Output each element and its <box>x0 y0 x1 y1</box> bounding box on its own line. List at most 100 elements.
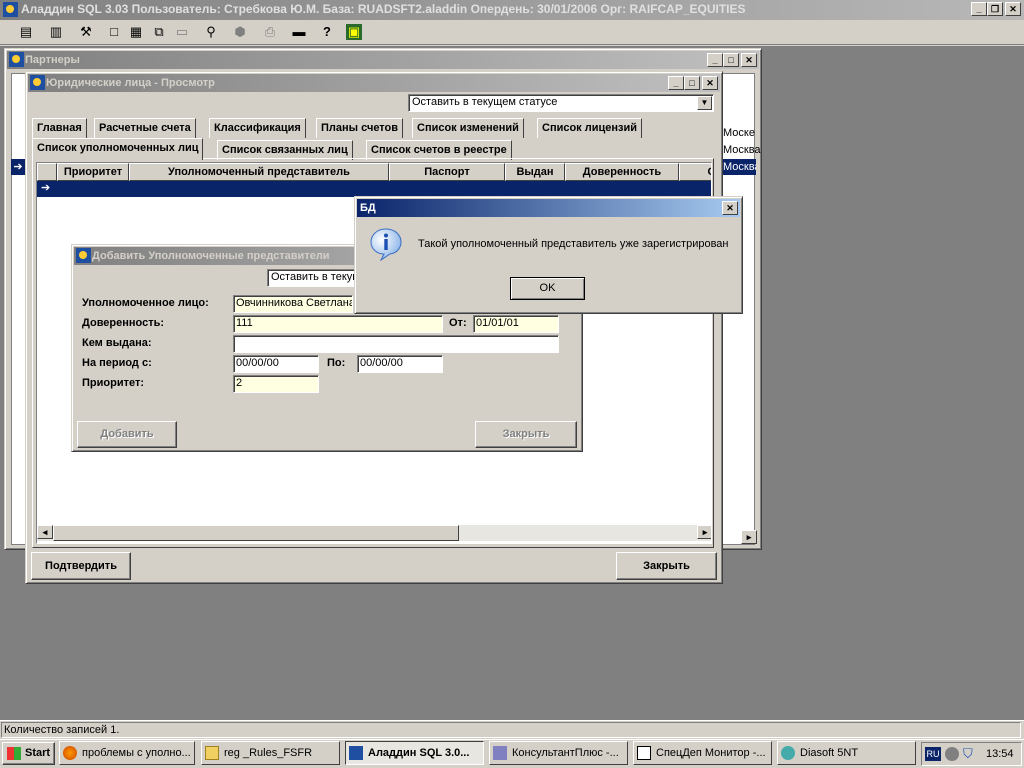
partners-minimize-button[interactable]: _ <box>707 53 723 67</box>
taskbar-item[interactable]: КонсультантПлюс -... <box>489 741 628 765</box>
tab-authorized-persons[interactable]: Список уполномоченных лиц <box>32 138 204 160</box>
message-box: БД ✕ Такой уполномоченный представитель … <box>354 196 743 314</box>
ok-button[interactable]: OK <box>510 277 585 300</box>
person-field[interactable]: Овчинникова Светлана <box>233 295 353 313</box>
period-from-field[interactable]: 00/00/00 <box>233 355 319 373</box>
taskbar-item[interactable]: reg _Rules_FSFR <box>201 741 340 765</box>
legal-minimize-button[interactable]: _ <box>668 76 684 90</box>
window-app-icon <box>76 248 91 263</box>
tab-classification[interactable]: Классификация <box>209 118 306 138</box>
city-cell-selected: Москва <box>721 159 756 175</box>
tools-icon[interactable]: ⚒ <box>76 22 96 42</box>
taskbar-item[interactable]: СпецДеп Монитор -... <box>633 741 772 765</box>
from-label: От: <box>449 317 467 329</box>
start-button[interactable]: Start <box>2 742 55 765</box>
status-bar: Количество записей 1. <box>0 720 1024 739</box>
speaker-icon[interactable] <box>945 747 959 761</box>
city-cell: Моске <box>723 127 755 139</box>
browser-icon <box>63 746 77 760</box>
grid-hscrollbar[interactable]: ◂ ▸ <box>37 525 711 541</box>
inbox-icon[interactable]: ▬ <box>289 22 309 42</box>
issued-by-label: Кем выдана: <box>82 337 152 349</box>
shield-icon[interactable]: ⛉ <box>963 746 973 762</box>
partners-close-button[interactable]: ✕ <box>741 53 757 67</box>
from-date-field[interactable]: 01/01/01 <box>473 315 559 333</box>
partners-row-arrow: ➔ <box>11 159 25 175</box>
tab-licenses[interactable]: Список лицензий <box>537 118 643 138</box>
grid-header-representative[interactable]: Уполномоченный представитель <box>129 163 389 181</box>
taskbar-item-label: Diasoft 5NT <box>800 747 859 759</box>
add-button[interactable]: Добавить <box>77 421 177 448</box>
table-row[interactable]: ➔ <box>37 181 711 197</box>
taskbar-item-label: Аладдин SQL 3.0... <box>368 747 470 759</box>
app-restore-button[interactable]: ❐ <box>987 2 1003 16</box>
record-count: Количество записей 1. <box>4 724 120 736</box>
printer-icon[interactable]: ⎙ <box>260 22 280 42</box>
confirm-button[interactable]: Подтвердить <box>31 552 131 580</box>
legal-close-button[interactable]: ✕ <box>702 76 718 90</box>
row-pointer-icon: ➔ <box>41 182 51 194</box>
cascade-icon[interactable]: ⧉ <box>149 22 169 42</box>
tab-changes[interactable]: Список изменений <box>412 118 524 138</box>
app-close-button[interactable]: ✕ <box>1005 2 1021 16</box>
app-icon <box>3 2 18 17</box>
tab-related-persons[interactable]: Список связанных лиц <box>217 140 353 160</box>
close-button[interactable]: Закрыть <box>616 552 717 580</box>
grid-header-issued[interactable]: Выдан <box>505 163 565 181</box>
period-to-field[interactable]: 00/00/00 <box>357 355 443 373</box>
window-icon[interactable]: □ <box>104 22 124 42</box>
partners-maximize-button[interactable]: □ <box>723 53 739 67</box>
database-icon[interactable]: ▥ <box>46 22 66 42</box>
arrange-icon[interactable]: ▭ <box>172 22 192 42</box>
folder-icon <box>205 746 219 760</box>
proxy-field[interactable]: 111 <box>233 315 443 333</box>
taskbar-item-active[interactable]: Аладдин SQL 3.0... <box>345 741 484 765</box>
status-select-value: Оставить в текущем статусе <box>412 96 558 108</box>
message-box-titlebar: БД <box>357 199 740 217</box>
grid-header-priority[interactable]: Приоритет <box>57 163 129 181</box>
grid-header-other[interactable]: О <box>679 163 711 181</box>
exit-icon[interactable]: ▣ <box>346 24 362 40</box>
taskbar-item-label: проблемы с уполно... <box>82 747 191 759</box>
proxy-label: Доверенность: <box>82 317 165 329</box>
taskbar-item[interactable]: Diasoft 5NT <box>777 741 916 765</box>
tile-icon[interactable]: ▦ <box>126 22 146 42</box>
partners-scroll-right-button[interactable]: ▸ <box>741 530 757 544</box>
chevron-down-icon[interactable]: ▼ <box>697 96 712 110</box>
tab-account-plans[interactable]: Планы счетов <box>316 118 404 138</box>
info-icon <box>370 228 402 261</box>
tab-registry-accounts[interactable]: Список счетов в реестре <box>366 140 512 160</box>
system-tray: RU ⛉ 13:54 <box>921 742 1022 766</box>
person-label: Уполномоченное лицо: <box>82 297 209 309</box>
stop-icon[interactable]: ⬢ <box>230 22 250 42</box>
help-icon[interactable]: ? <box>317 22 337 42</box>
document-icon[interactable]: ▤ <box>16 22 36 42</box>
monitor-icon <box>637 746 651 760</box>
language-indicator[interactable]: RU <box>925 747 941 761</box>
add-dialog-title: Добавить Уполномоченные представители <box>92 250 330 262</box>
issued-by-field[interactable] <box>233 335 559 353</box>
diasoft-icon <box>781 746 795 760</box>
priority-field[interactable]: 2 <box>233 375 319 393</box>
scroll-right-button[interactable]: ▸ <box>697 525 711 539</box>
priority-label: Приоритет: <box>82 377 144 389</box>
start-label: Start <box>25 747 51 759</box>
grid-header-proxy[interactable]: Доверенность <box>565 163 679 181</box>
windows-logo-icon <box>7 747 21 760</box>
taskbar-item-label: КонсультантПлюс -... <box>512 747 619 759</box>
legal-maximize-button[interactable]: □ <box>684 76 700 90</box>
tab-accounts[interactable]: Расчетные счета <box>94 118 196 138</box>
add-dialog-close-button[interactable]: Закрыть <box>475 421 577 448</box>
scroll-thumb[interactable] <box>53 525 459 541</box>
status-select[interactable]: Оставить в текущем статусе ▼ <box>408 94 714 112</box>
tab-main[interactable]: Главная <box>32 118 87 138</box>
binoculars-icon[interactable]: ⚲ <box>201 22 221 42</box>
window-app-icon <box>9 52 24 67</box>
legal-entities-titlebar: Юридические лица - Просмотр <box>28 74 720 92</box>
grid-header-passport[interactable]: Паспорт <box>389 163 505 181</box>
app-minimize-button[interactable]: _ <box>971 2 987 16</box>
taskbar-item[interactable]: проблемы с уполно... <box>59 741 195 765</box>
scroll-left-button[interactable]: ◂ <box>37 525 53 539</box>
status-bar-panel <box>1 722 1021 738</box>
message-box-close-button[interactable]: ✕ <box>722 201 738 215</box>
